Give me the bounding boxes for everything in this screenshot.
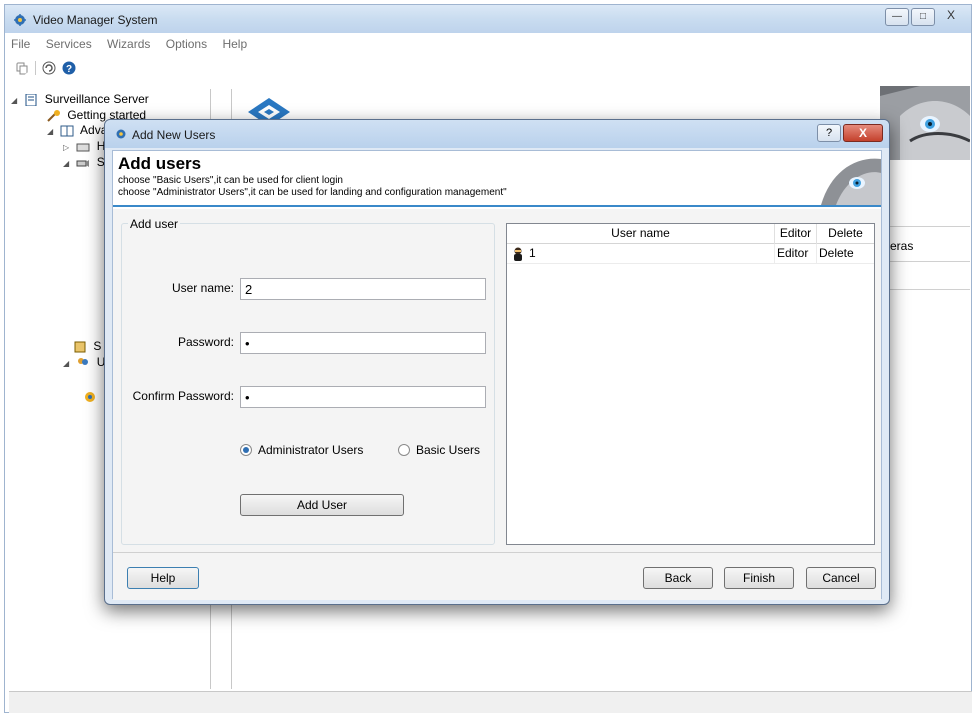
radio-button-checked[interactable] <box>240 444 252 456</box>
title-bar: Video Manager System — □ X <box>5 5 971 33</box>
minimize-button[interactable]: — <box>885 8 909 26</box>
expand-triangle-icon[interactable]: ◢ <box>47 127 57 136</box>
menu-bar: File Services Wizards Options Help <box>5 33 971 55</box>
maximize-button[interactable]: □ <box>911 8 935 26</box>
status-bar <box>9 691 972 713</box>
username-label: User name: <box>171 281 234 295</box>
dialog-description-basic: choose "Basic Users",it can be used for … <box>118 175 343 186</box>
users-icon <box>78 357 89 365</box>
finish-button[interactable]: Finish <box>724 567 794 589</box>
tree-item-label: S <box>93 339 102 353</box>
wizard-icon <box>47 109 60 122</box>
camera-icon <box>76 159 90 167</box>
password-label: Password: <box>177 335 234 349</box>
column-header-user-name[interactable]: User name <box>507 224 775 244</box>
cancel-button[interactable]: Cancel <box>806 567 876 589</box>
table-header: User name Editor Delete <box>507 224 874 244</box>
dialog-help-button[interactable]: ? <box>817 124 841 142</box>
dialog-main: Add user User name: Password: Confirm Pa… <box>113 209 881 552</box>
window-controls: — □ X <box>885 8 965 26</box>
user-avatar-icon <box>514 247 522 261</box>
collapse-triangle-icon[interactable]: ▷ <box>63 143 73 152</box>
radio-button-unchecked[interactable] <box>398 444 410 456</box>
confirm-password-label: Confirm Password: <box>132 389 234 403</box>
radio-basic-users[interactable]: Basic Users <box>398 443 480 457</box>
cell-delete-link[interactable]: Delete <box>819 244 874 264</box>
tree-item-advanced[interactable]: ◢ Adva <box>47 123 107 137</box>
dialog-title-bar: Add New Users ? X <box>105 120 889 148</box>
background-table-row <box>880 262 970 290</box>
group-legend: Add user <box>128 217 181 231</box>
book-icon <box>60 125 74 137</box>
radio-administrator-users[interactable]: Administrator Users <box>240 443 363 457</box>
menu-options[interactable]: Options <box>160 33 213 55</box>
username-input[interactable] <box>240 278 486 300</box>
app-logo-icon <box>116 129 126 139</box>
app-logo-icon <box>14 14 26 26</box>
users-table: User name Editor Delete 1 Editor Delete <box>506 223 875 545</box>
refresh-icon[interactable] <box>42 61 56 75</box>
radio-label: Basic Users <box>416 443 481 457</box>
dialog-body: Add users choose "Basic Users",it can be… <box>112 150 882 600</box>
tree-item-cameras[interactable]: ◢ S <box>63 155 105 169</box>
tree-item-hardware[interactable]: ▷ H <box>63 139 105 153</box>
cell-editor-link[interactable]: Editor <box>777 244 817 264</box>
window-title: Video Manager System <box>33 13 158 27</box>
add-users-dialog: Add New Users ? X Add users choose "Basi… <box>104 119 890 605</box>
wolf-image-icon <box>811 151 881 205</box>
wolf-image-icon <box>880 86 970 160</box>
password-input[interactable] <box>240 332 486 354</box>
dialog-description-admin: choose "Administrator Users",it can be u… <box>118 187 507 198</box>
server-icon <box>25 93 37 106</box>
cell-user-name: 1 <box>529 244 775 264</box>
add-user-button[interactable]: Add User <box>240 494 404 516</box>
tree-item-users[interactable]: ◢ U <box>63 355 105 369</box>
dialog-footer: Help Back Finish Cancel <box>113 552 881 600</box>
dialog-close-button[interactable]: X <box>843 124 883 142</box>
tree-item-server[interactable]: S <box>73 339 101 353</box>
expand-triangle-icon[interactable]: ◢ <box>63 159 73 168</box>
expand-triangle-icon[interactable]: ◢ <box>11 96 21 105</box>
dialog-title: Add New Users <box>132 128 216 142</box>
column-header-delete[interactable]: Delete <box>817 224 874 244</box>
radio-label: Administrator Users <box>258 443 364 457</box>
hardware-icon <box>76 143 90 152</box>
copy-icon[interactable] <box>15 61 29 75</box>
dialog-header: Add users choose "Basic Users",it can be… <box>113 151 881 207</box>
close-button[interactable]: X <box>937 8 965 26</box>
svg-text:?: ? <box>66 64 72 75</box>
tree-item-label: Surveillance Server <box>44 92 149 106</box>
column-header-editor[interactable]: Editor <box>775 224 817 244</box>
menu-services[interactable]: Services <box>40 33 98 55</box>
tree-item-root[interactable]: ◢ Surveillance Server <box>11 92 149 106</box>
toolbar-separator <box>35 61 36 75</box>
help-icon[interactable]: ? <box>62 61 76 75</box>
dialog-heading: Add users <box>118 154 202 173</box>
add-user-group: Add user User name: Password: Confirm Pa… <box>121 217 495 545</box>
menu-file[interactable]: File <box>5 33 36 55</box>
toolbar: ? <box>5 57 971 79</box>
table-row[interactable]: 1 Editor Delete <box>507 244 874 264</box>
menu-help[interactable]: Help <box>216 33 253 55</box>
help-button[interactable]: Help <box>127 567 199 589</box>
gear-icon <box>85 391 95 402</box>
background-column-header: meras <box>880 226 970 262</box>
confirm-password-input[interactable] <box>240 386 486 408</box>
server-icon <box>74 341 86 353</box>
menu-wizards[interactable]: Wizards <box>101 33 156 55</box>
expand-triangle-icon[interactable]: ◢ <box>63 359 73 368</box>
back-button[interactable]: Back <box>643 567 713 589</box>
